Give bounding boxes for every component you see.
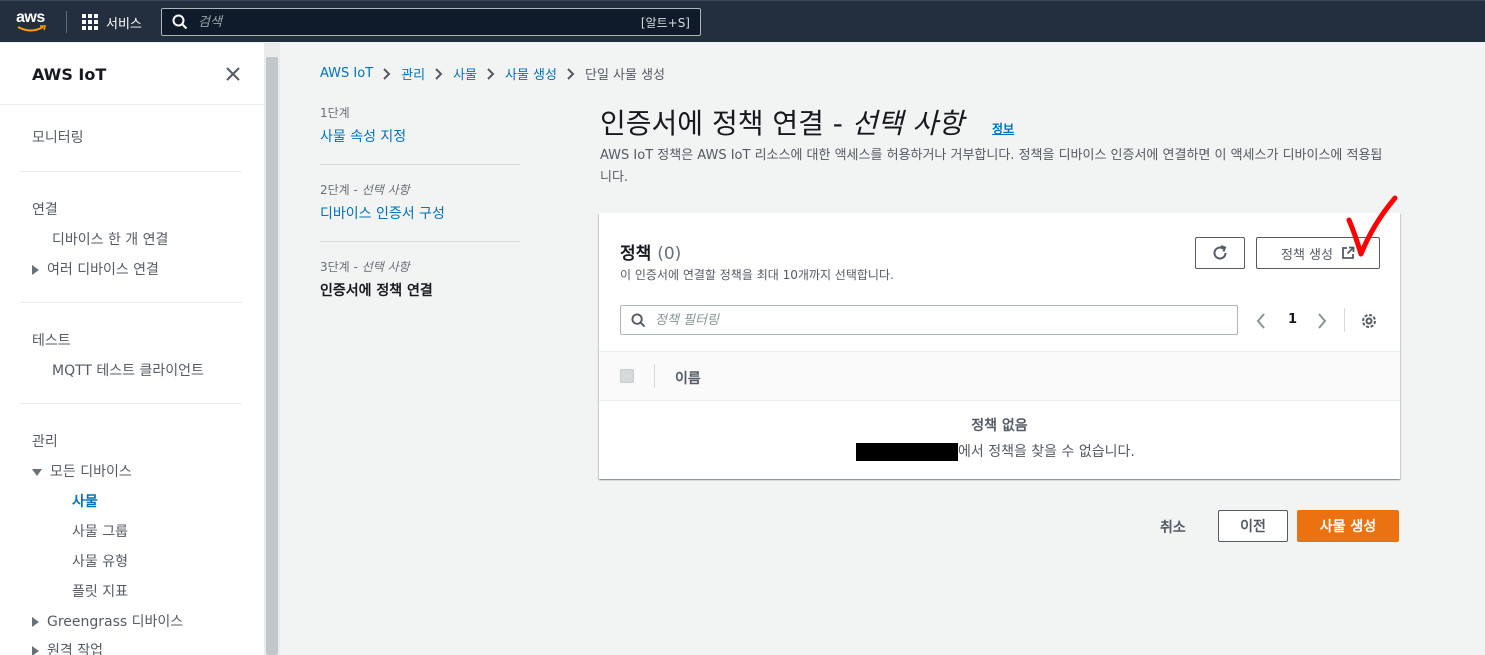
sidebar-divider [0,104,264,105]
global-search-input[interactable] [198,12,598,32]
step-divider [320,241,520,242]
step-divider [320,164,520,165]
sidebar-item-connect-one[interactable]: 디바이스 한 개 연결 [52,229,168,249]
breadcrumb-things[interactable]: 사물 [453,64,477,83]
chevron-right-icon [383,67,391,80]
caret-right-icon [32,265,39,275]
sidebar-scrollbar[interactable] [264,43,280,655]
sidebar-item-fleet-metrics[interactable]: 플릿 지표 [72,581,128,601]
chevron-right-icon [567,67,575,80]
sidebar-section-manage: 관리 [32,434,58,450]
sidebar-section-connect: 연결 [32,202,58,218]
policies-panel: 정책 (0) 이 인증서에 연결할 정책을 최대 10개까지 선택합니다. 정책… [599,213,1400,479]
sidebar-item-thing-types[interactable]: 사물 유형 [72,551,128,571]
sidebar-item-label: 여러 디바이스 연결 [47,262,159,278]
chevron-right-icon [487,67,495,80]
sidebar-item-label: Greengrass 디바이스 [47,614,184,630]
previous-button[interactable]: 이전 [1218,510,1288,542]
sidebar-title: AWS IoT [32,65,107,84]
checkmark-annotation [1346,195,1398,257]
step-3-current: 인증서에 정책 연결 [320,283,433,299]
sidebar-item-connect-many[interactable]: 여러 디바이스 연결 [32,259,159,279]
step-2-label: 2단계 - 선택 사항 [320,183,410,197]
breadcrumb: AWS IoT 관리 사물 사물 생성 단일 사물 생성 [320,64,665,83]
breadcrumb-manage[interactable]: 관리 [401,64,425,83]
column-divider [654,364,655,388]
create-thing-button[interactable]: 사물 생성 [1297,510,1399,542]
sidebar-divider [20,403,242,404]
sidebar-item-label: 모든 디바이스 [50,464,132,480]
chevron-left-icon[interactable] [1256,313,1266,329]
sidebar-item-remote-ops[interactable]: 원격 작업 [32,640,103,655]
step-3-label: 3단계 - 선택 사항 [320,260,410,274]
close-icon[interactable] [224,65,242,83]
search-icon [631,313,646,328]
wizard-steps: 1단계 사물 속성 지정 2단계 - 선택 사항 디바이스 인증서 구성 3단계… [320,104,520,300]
sidebar-item-greengrass[interactable]: Greengrass 디바이스 [32,611,183,631]
policies-title: 정책 (0) [620,244,682,264]
step-1-link[interactable]: 사물 속성 지정 [320,126,520,146]
info-link[interactable]: 정보 [992,120,1014,137]
services-menu-button[interactable]: 서비스 [82,12,142,32]
caret-right-icon [32,646,39,655]
chevron-right-icon[interactable] [1317,313,1327,329]
empty-state-title: 정책 없음 [971,418,1028,434]
services-label: 서비스 [106,16,142,32]
sidebar-divider [20,171,242,172]
policies-subtitle: 이 인증서에 연결할 정책을 최대 10개까지 선택합니다. [620,268,894,282]
step-1-label: 1단계 [320,106,350,120]
top-navigation: aws 서비스 [알트+S] [0,0,1485,42]
grid-icon [82,14,98,30]
sidebar: AWS IoT 모니터링 연결 디바이스 한 개 연결 여러 디바이스 연결 테… [0,43,264,655]
chevron-right-icon [435,67,443,80]
breadcrumb-create-thing[interactable]: 사물 생성 [505,64,557,83]
aws-logo-text: aws [16,9,45,26]
create-policy-label: 정책 생성 [1281,247,1333,263]
sidebar-item-mqtt-client[interactable]: MQTT 테스트 클라이언트 [52,360,204,380]
search-shortcut-hint: [알트+S] [640,16,690,30]
sidebar-item-monitoring[interactable]: 모니터링 [32,127,84,147]
settings-icon[interactable] [1360,312,1378,330]
caret-right-icon [32,617,39,627]
breadcrumb-aws-iot[interactable]: AWS IoT [320,66,373,81]
refresh-icon [1213,245,1227,260]
sidebar-item-all-devices[interactable]: 모든 디바이스 [32,461,132,481]
sidebar-item-thing-groups[interactable]: 사물 그룹 [72,521,128,541]
sidebar-section-test: 테스트 [32,333,71,349]
step-2-link[interactable]: 디바이스 인증서 구성 [320,203,520,223]
refresh-button[interactable] [1195,237,1245,269]
global-search[interactable]: [알트+S] [161,8,701,36]
nav-divider [66,11,67,33]
sidebar-item-label: 원격 작업 [47,643,103,655]
page-description: AWS IoT 정책은 AWS IoT 리소스에 대한 액세스를 허용하거나 거… [600,148,1383,185]
caret-down-icon [32,468,42,476]
scrollbar-thumb[interactable] [266,57,278,655]
select-all-checkbox[interactable] [620,369,634,383]
page-title: 인증서에 정책 연결 - 선택 사항 [600,107,964,140]
policy-filter-input[interactable] [655,310,1215,330]
sidebar-divider [20,302,242,303]
sidebar-item-things[interactable]: 사물 [72,491,98,511]
policy-filter[interactable] [620,305,1238,335]
search-icon [172,14,188,30]
page-number[interactable]: 1 [1288,312,1297,327]
empty-state-description: 에서 정책을 찾을 수 없습니다. [958,444,1135,460]
aws-smile-icon [17,25,47,32]
column-header-name[interactable]: 이름 [675,368,701,388]
pager-divider [1344,308,1345,332]
breadcrumb-current: 단일 사물 생성 [584,68,666,83]
aws-logo[interactable]: aws [16,10,50,34]
cancel-button[interactable]: 취소 [1160,517,1186,537]
redacted-region [856,443,958,461]
table-header: 이름 [599,351,1400,401]
